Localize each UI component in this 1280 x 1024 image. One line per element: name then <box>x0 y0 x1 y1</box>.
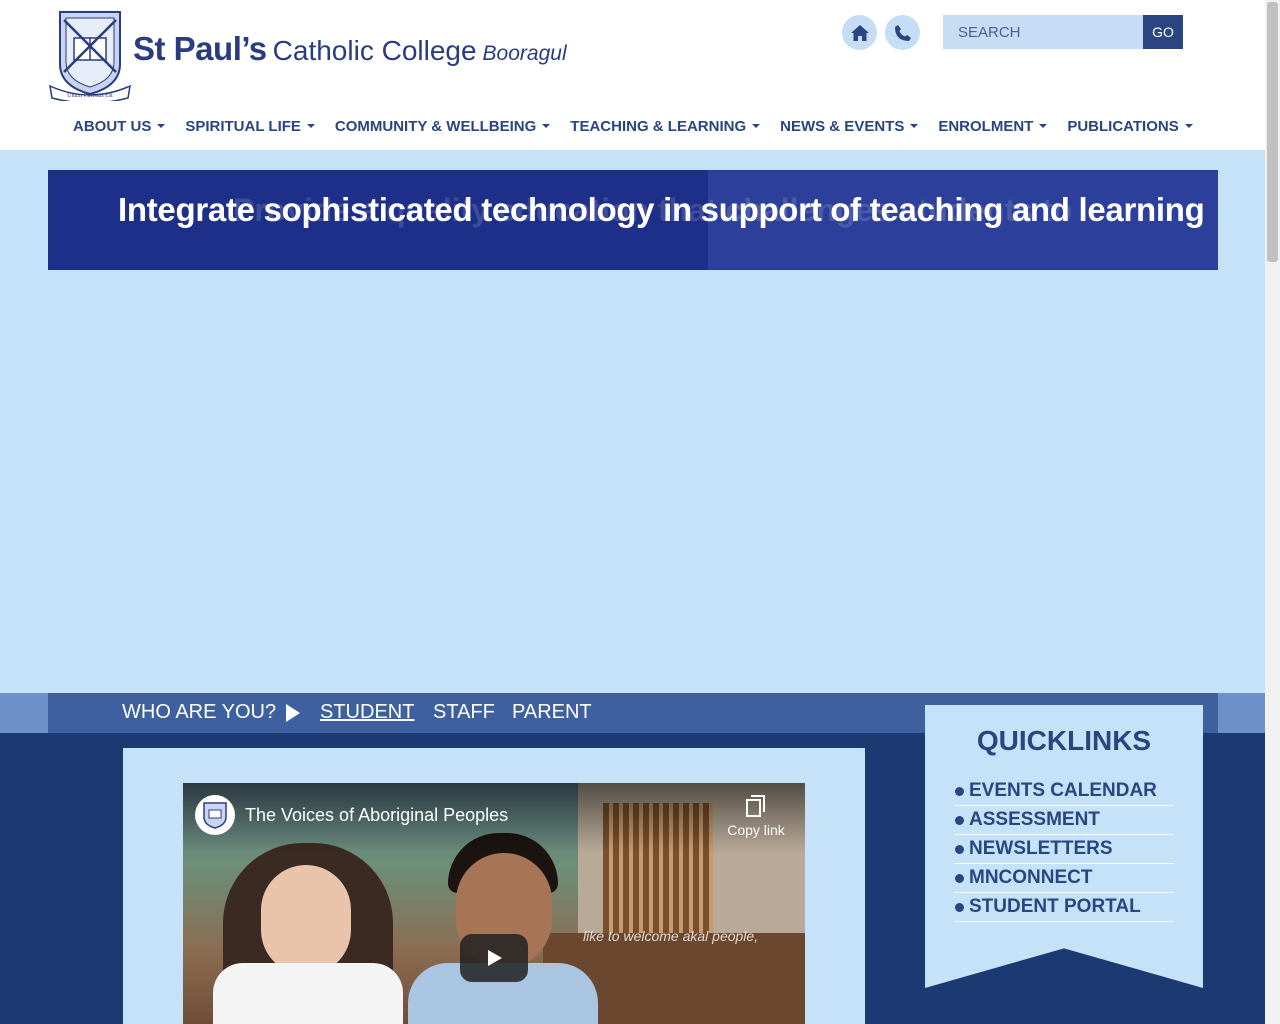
search-go-button[interactable]: GO <box>1143 15 1183 49</box>
nav-news-events[interactable]: NEWS & EVENTS <box>780 115 919 137</box>
copy-link-label: Copy link <box>727 822 785 838</box>
caret-down-icon <box>1039 124 1048 128</box>
nav-enrolment[interactable]: ENROLMENT <box>938 115 1048 137</box>
who-staff-link[interactable]: STAFF <box>433 701 495 724</box>
phone-icon <box>894 24 911 41</box>
nav-publications[interactable]: PUBLICATIONS <box>1067 115 1193 137</box>
video-title[interactable]: The Voices of Aboriginal Peoples <box>245 805 508 826</box>
quicklink-newsletters[interactable]: NEWSLETTERS <box>955 835 1173 864</box>
bullet-icon <box>955 873 964 883</box>
nav-spiritual-life[interactable]: SPIRITUAL LIFE <box>185 115 315 137</box>
home-icon <box>850 24 869 41</box>
nav-teaching-learning[interactable]: TEACHING & LEARNING <box>570 115 761 137</box>
quicklink-mnconnect[interactable]: MNCONNECT <box>955 864 1173 893</box>
crest-mini-icon <box>203 802 227 829</box>
play-icon <box>488 950 502 966</box>
home-button[interactable] <box>842 15 877 50</box>
video-person-shirt <box>213 963 403 1024</box>
quicklinks-list: EVENTS CALENDAR ASSESSMENT NEWSLETTERS M… <box>955 777 1173 922</box>
who-student-link[interactable]: STUDENT <box>320 701 414 724</box>
video-person-two <box>408 823 598 1024</box>
quicklinks-top-line <box>925 697 1203 700</box>
phone-button[interactable] <box>885 15 920 50</box>
college-crest-logo[interactable]: Unum Christus Est <box>48 8 132 101</box>
caret-down-icon <box>752 124 761 128</box>
quicklink-student-portal[interactable]: STUDENT PORTAL <box>955 893 1173 922</box>
channel-logo-icon[interactable] <box>195 795 235 835</box>
site-header: Unum Christus Est St Paul’s Catholic Coll… <box>0 0 1265 150</box>
college-name[interactable]: St Paul’s Catholic College Booragul <box>133 30 567 68</box>
quicklink-assessment[interactable]: ASSESSMENT <box>955 806 1173 835</box>
youtube-video-embed[interactable]: like to welcome akal people, The Voices … <box>183 783 805 1024</box>
banner-text: Integrate sophisticated technology in su… <box>118 191 1205 228</box>
caret-down-icon <box>157 124 166 128</box>
quicklink-events-calendar[interactable]: EVENTS CALENDAR <box>955 777 1173 806</box>
bullet-icon <box>955 902 964 912</box>
brand-main: St Paul’s <box>133 30 267 67</box>
brand-sub: Catholic College <box>272 35 477 66</box>
bullet-icon <box>955 786 964 796</box>
caret-down-icon <box>1184 124 1193 128</box>
copy-icon <box>746 795 765 817</box>
scrollbar-thumb[interactable] <box>1267 2 1278 262</box>
rotating-banner: Provide a quality education that challen… <box>48 170 1218 270</box>
nav-about-us[interactable]: ABOUT US <box>73 115 166 137</box>
bullet-icon <box>955 844 964 854</box>
brand-location: Booragul <box>482 42 567 65</box>
svg-text:Unum Christus Est: Unum Christus Est <box>67 93 113 99</box>
search-input[interactable] <box>943 15 1143 49</box>
quicklinks-title: QUICKLINKS <box>976 725 1152 756</box>
copy-link-button[interactable]: Copy link <box>721 795 791 838</box>
caret-down-icon <box>542 124 551 128</box>
caret-down-icon <box>306 124 315 128</box>
bullet-icon <box>955 815 964 825</box>
video-wall-text: like to welcome akal people, <box>583 928 759 944</box>
who-are-you-label: WHO ARE YOU? <box>122 701 301 724</box>
caret-down-icon <box>910 124 919 128</box>
video-person-face <box>261 865 351 975</box>
play-arrow-icon <box>286 703 301 722</box>
who-parent-link[interactable]: PARENT <box>512 701 592 724</box>
play-button[interactable] <box>460 934 528 982</box>
nav-community-wellbeing[interactable]: COMMUNITY & WELLBEING <box>335 115 551 137</box>
main-nav: ABOUT US SPIRITUAL LIFE COMMUNITY & WELL… <box>73 115 1213 137</box>
